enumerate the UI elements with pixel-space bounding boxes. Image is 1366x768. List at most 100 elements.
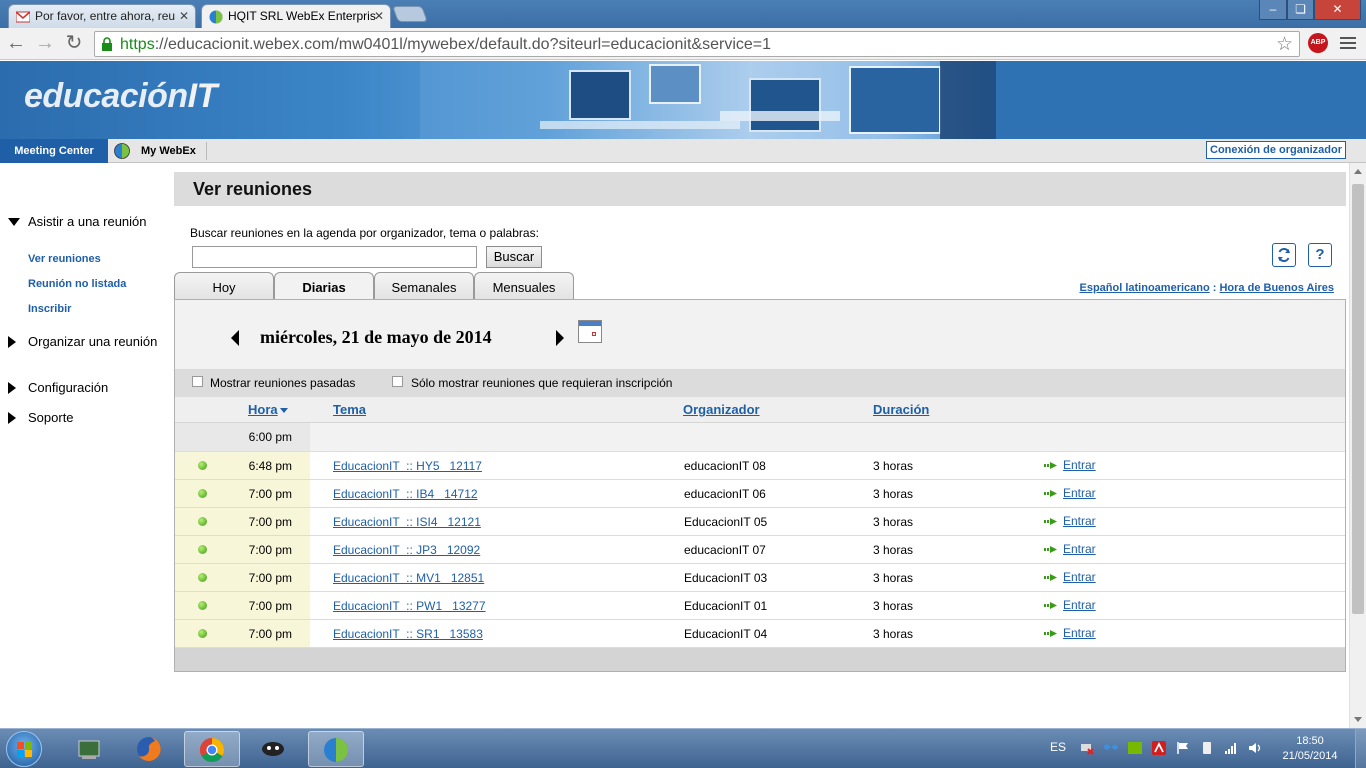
column-host[interactable]: Organizador bbox=[683, 402, 760, 417]
join-meeting-link[interactable]: Entrar bbox=[1063, 598, 1096, 612]
tab-title: HQIT SRL WebEx Enterpris bbox=[228, 9, 376, 23]
join-meeting-link[interactable]: Entrar bbox=[1063, 626, 1096, 640]
show-desktop-button[interactable] bbox=[1355, 729, 1366, 768]
restore-button[interactable]: ❏ bbox=[1287, 0, 1314, 20]
join-meeting-link[interactable]: Entrar bbox=[1063, 542, 1096, 556]
meeting-topic-link[interactable]: EducacionIT :: ISI4 12121 bbox=[333, 515, 481, 529]
meeting-time: 6:48 pm bbox=[248, 459, 292, 473]
join-arrow-icon bbox=[1044, 602, 1057, 609]
close-tab-icon[interactable]: ✕ bbox=[179, 9, 189, 23]
scroll-up-icon[interactable] bbox=[1354, 169, 1362, 174]
signal-icon[interactable] bbox=[1224, 741, 1238, 755]
address-bar[interactable]: https://educacionit.webex.com/mw0401l/my… bbox=[94, 31, 1300, 57]
taskbar-app[interactable] bbox=[246, 731, 302, 767]
help-icon[interactable]: ? bbox=[1308, 243, 1332, 267]
calendar-icon[interactable] bbox=[578, 320, 602, 343]
browser-tab-gmail[interactable]: Por favor, entre ahora, reu ✕ bbox=[8, 4, 196, 28]
join-arrow-icon bbox=[1044, 574, 1057, 581]
meeting-duration: 3 horas bbox=[873, 599, 914, 613]
join-arrow-icon bbox=[1044, 546, 1057, 553]
firefox-icon bbox=[137, 737, 161, 761]
meeting-topic-link[interactable]: EducacionIT :: PW1 13277 bbox=[333, 599, 486, 613]
nvidia-icon[interactable] bbox=[1128, 741, 1142, 755]
meeting-row: 7:00 pm EducacionIT :: SR1 13583 Educacion… bbox=[175, 620, 1345, 648]
column-time[interactable]: Hora bbox=[248, 402, 288, 417]
windows-taskbar: ES 18:50 21/05/2014 bbox=[0, 728, 1366, 768]
minimize-button[interactable]: – bbox=[1259, 0, 1287, 20]
join-meeting-link[interactable]: Entrar bbox=[1063, 514, 1096, 528]
join-meeting-link[interactable]: Entrar bbox=[1063, 486, 1096, 500]
taskbar-webex[interactable] bbox=[308, 731, 364, 767]
taskbar-chrome[interactable] bbox=[184, 731, 240, 767]
registration-only-checkbox[interactable] bbox=[392, 376, 403, 387]
antivirus-icon[interactable] bbox=[1152, 741, 1166, 755]
my-webex-tab[interactable]: My WebEx bbox=[141, 139, 196, 163]
show-past-checkbox[interactable] bbox=[192, 376, 203, 387]
browser-toolbar: ← → ↻ https://educacionit.webex.com/mw04… bbox=[0, 28, 1366, 60]
new-tab-button[interactable] bbox=[392, 6, 428, 22]
column-duration[interactable]: Duración bbox=[873, 402, 929, 417]
sidebar-link-unlisted-meeting[interactable]: Reunión no listada bbox=[28, 278, 126, 290]
gmail-icon bbox=[16, 11, 30, 23]
time-cell: 7:00 pm bbox=[175, 592, 310, 619]
meeting-row: 6:48 pm EducacionIT :: HY5 12117 educacion… bbox=[175, 452, 1345, 480]
language-indicator[interactable]: ES bbox=[1050, 740, 1066, 754]
meeting-topic-link[interactable]: EducacionIT :: HY5 12117 bbox=[333, 459, 482, 473]
meeting-time: 7:00 pm bbox=[248, 487, 292, 501]
browser-tab-webex[interactable]: HQIT SRL WebEx Enterpris ✕ bbox=[201, 4, 391, 28]
language-link[interactable]: Español latinoamericano bbox=[1080, 282, 1210, 294]
meeting-topic-link[interactable]: EducacionIT :: MV1 12851 bbox=[333, 571, 484, 585]
close-tab-icon[interactable]: ✕ bbox=[374, 9, 384, 23]
collapsed-triangle-icon bbox=[8, 412, 16, 424]
join-meeting-link[interactable]: Entrar bbox=[1063, 458, 1096, 472]
page-scrollbar[interactable] bbox=[1349, 163, 1366, 728]
timezone-link[interactable]: Hora de Buenos Aires bbox=[1219, 282, 1334, 294]
previous-day-icon[interactable] bbox=[231, 330, 239, 346]
taskbar-firefox[interactable] bbox=[122, 731, 178, 767]
adblock-icon[interactable]: ABP bbox=[1308, 33, 1328, 53]
sidebar-link-register[interactable]: Inscribir bbox=[28, 303, 71, 315]
scroll-down-icon[interactable] bbox=[1354, 717, 1362, 722]
start-button[interactable] bbox=[6, 731, 42, 767]
tab-monthly[interactable]: Mensuales bbox=[474, 272, 574, 299]
site-banner: educaciónIT bbox=[0, 61, 1366, 139]
sidebar-link-view-meetings[interactable]: Ver reuniones bbox=[28, 253, 101, 265]
forward-icon[interactable]: → bbox=[33, 32, 57, 56]
tab-today[interactable]: Hoy bbox=[174, 272, 274, 299]
meeting-topic-link[interactable]: EducacionIT :: JP3 12092 bbox=[333, 543, 480, 557]
reload-icon[interactable]: ↻ bbox=[62, 32, 86, 56]
tab-daily[interactable]: Diarias bbox=[274, 272, 374, 300]
join-arrow-icon bbox=[1044, 518, 1057, 525]
system-clock[interactable]: 18:50 21/05/2014 bbox=[1280, 734, 1340, 764]
host-login-button[interactable]: Conexión de organizador bbox=[1206, 141, 1347, 159]
meeting-topic-link[interactable]: EducacionIT :: IB4 14712 bbox=[333, 487, 478, 501]
flag-icon[interactable] bbox=[1176, 741, 1190, 755]
sidebar-group-label: Configuración bbox=[28, 380, 109, 395]
join-meeting-link[interactable]: Entrar bbox=[1063, 570, 1096, 584]
browser-menu-icon[interactable] bbox=[1340, 37, 1356, 52]
column-topic[interactable]: Tema bbox=[333, 402, 366, 417]
meeting-host: educacionIT 06 bbox=[684, 487, 766, 501]
close-window-button[interactable]: ✕ bbox=[1314, 0, 1361, 20]
volume-icon[interactable] bbox=[1248, 741, 1262, 755]
scroll-thumb[interactable] bbox=[1352, 184, 1364, 614]
search-input[interactable] bbox=[192, 246, 477, 268]
device-icon[interactable] bbox=[1200, 741, 1214, 755]
globe-icon bbox=[114, 143, 130, 159]
meeting-host: educacionIT 08 bbox=[684, 459, 766, 473]
time-cell: 7:00 pm bbox=[175, 536, 310, 563]
meeting-row: 7:00 pm EducacionIT :: MV1 12851 Educacion… bbox=[175, 564, 1345, 592]
network-disabled-icon[interactable] bbox=[1080, 741, 1094, 755]
next-day-icon[interactable] bbox=[556, 330, 564, 346]
search-label: Buscar reuniones en la agenda por organi… bbox=[190, 226, 539, 240]
dropbox-icon[interactable] bbox=[1104, 741, 1118, 755]
taskbar-explorer[interactable] bbox=[62, 731, 118, 767]
meeting-center-tab[interactable]: Meeting Center bbox=[0, 139, 108, 163]
refresh-icon[interactable] bbox=[1272, 243, 1296, 267]
meeting-duration: 3 horas bbox=[873, 627, 914, 641]
meeting-topic-link[interactable]: EducacionIT :: SR1 13583 bbox=[333, 627, 483, 641]
tab-weekly[interactable]: Semanales bbox=[374, 272, 474, 299]
back-icon[interactable]: ← bbox=[4, 32, 28, 56]
search-button[interactable]: Buscar bbox=[486, 246, 542, 268]
bookmark-star-icon[interactable]: ☆ bbox=[1276, 33, 1293, 56]
